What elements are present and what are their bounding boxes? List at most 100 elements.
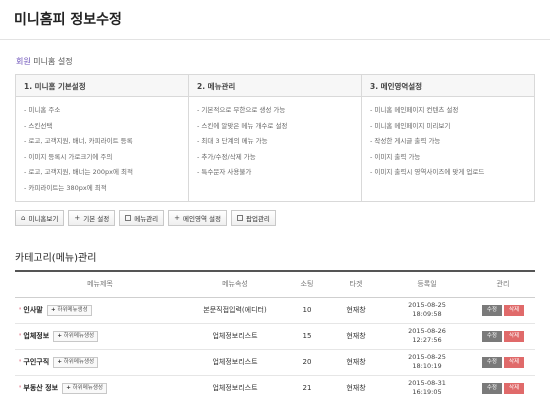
info-item: - 스킨선택 bbox=[24, 121, 53, 130]
basic-settings-label: 기본 설정 bbox=[83, 215, 110, 223]
target-cell: 현재창 bbox=[346, 384, 366, 392]
plus-icon: + bbox=[174, 214, 181, 222]
plus-icon: + bbox=[57, 358, 62, 365]
edit-button[interactable]: 수정 bbox=[481, 304, 502, 316]
breadcrumb: 회원 미니홈 설정 bbox=[16, 56, 73, 67]
edit-button[interactable]: 수정 bbox=[481, 330, 502, 342]
bullet-icon: ' bbox=[19, 384, 22, 392]
info-item: - 최대 3 단계의 메뉴 가능 bbox=[197, 137, 268, 145]
info-list: - 미니홈 주소 - 스킨선택 - 로고, 고객지원, 배너, 카피라이트 등록… bbox=[16, 97, 188, 196]
info-item: - 미니홈 메인페이지 미리보기 bbox=[370, 121, 451, 130]
table-header-row: 메뉴제목 메뉴속성 소팅 타겟 등록일 관리 bbox=[15, 271, 535, 297]
breadcrumb-member[interactable]: 회원 bbox=[16, 57, 31, 66]
add-submenu-button[interactable]: + 하위메뉴생성 bbox=[62, 382, 107, 394]
settings-info-box: 1. 미니홈 기본설정 - 미니홈 주소 - 스킨선택 - 로고, 고객지원, … bbox=[15, 74, 535, 202]
delete-button[interactable]: 삭제 bbox=[504, 356, 525, 368]
info-item: - 추가/수정/삭제 가능 bbox=[197, 152, 256, 161]
popup-manage-label: 팝업관리 bbox=[245, 215, 270, 223]
time-value: 16:19:05 bbox=[412, 388, 442, 396]
square-icon bbox=[236, 215, 243, 221]
table-row: ' 구인구직 + 하위메뉴생성 업체정보리스트 20 현재창 2015-08-2… bbox=[15, 349, 535, 375]
popup-manage-button[interactable]: 팝업관리 bbox=[230, 210, 276, 226]
delete-button[interactable]: 삭제 bbox=[504, 382, 525, 394]
time-value: 18:09:58 bbox=[412, 310, 442, 318]
home-icon: ⌂ bbox=[21, 214, 26, 222]
info-column-basic: 1. 미니홈 기본설정 - 미니홈 주소 - 스킨선택 - 로고, 고객지원, … bbox=[16, 75, 189, 201]
plus-icon: + bbox=[66, 384, 71, 391]
menu-name[interactable]: 부동산 정보 bbox=[23, 384, 58, 392]
info-item: - 로고, 고객지원, 배너, 카피라이트 등록 bbox=[24, 137, 133, 145]
menu-title-cell: ' 구인구직 + 하위메뉴생성 bbox=[15, 349, 185, 375]
delete-button[interactable]: 삭제 bbox=[504, 304, 525, 316]
info-item: - 기본적으로 무한으로 생성 가능 bbox=[197, 106, 286, 114]
main-area-settings-button[interactable]: + 메인영역 설정 bbox=[168, 210, 227, 226]
menu-attr-cell: 업체정보리스트 bbox=[212, 358, 258, 366]
info-item: - 로고, 고객지원, 배너는 200px에 최적 bbox=[24, 168, 133, 176]
page-title: 미니홈피 정보수정 bbox=[14, 12, 122, 28]
bullet-icon: ' bbox=[19, 358, 22, 366]
info-item: - 미니홈 주소 bbox=[24, 106, 61, 114]
sort-cell: 20 bbox=[302, 358, 312, 366]
info-item: - 카피라이트는 380px에 최적 bbox=[24, 183, 107, 192]
plus-icon: + bbox=[74, 214, 81, 222]
column-header: 소팅 bbox=[300, 280, 314, 289]
date-cell: 2015-08-25 18:09:58 bbox=[383, 297, 471, 323]
info-column-title: 3. 메인영역설정 bbox=[362, 75, 534, 97]
menu-manage-label: 메뉴관리 bbox=[134, 215, 159, 223]
info-item: - 미니홈 메인페이지 컨텐츠 설정 bbox=[370, 106, 459, 114]
menu-manage-button[interactable]: 메뉴관리 bbox=[119, 210, 165, 226]
bullet-icon: ' bbox=[19, 306, 22, 314]
page-header: 미니홈피 정보수정 bbox=[0, 0, 550, 40]
breadcrumb-current: 미니홈 설정 bbox=[30, 57, 73, 66]
main-area-settings-label: 메인영역 설정 bbox=[183, 215, 221, 223]
menu-name[interactable]: 구인구직 bbox=[23, 358, 49, 366]
add-submenu-label: 하위메뉴생성 bbox=[63, 332, 95, 339]
add-submenu-label: 하위메뉴생성 bbox=[57, 306, 88, 313]
date-cell: 2015-08-31 16:19:05 bbox=[383, 375, 471, 400]
edit-button[interactable]: 수정 bbox=[481, 356, 502, 368]
add-submenu-button[interactable]: + 하위메뉴생성 bbox=[53, 356, 99, 368]
time-value: 12:27:56 bbox=[412, 336, 442, 344]
column-header: 타겟 bbox=[349, 280, 363, 289]
manage-cell: 수정 삭제 bbox=[471, 323, 535, 349]
menu-title-cell: ' 업체정보 + 하위메뉴생성 bbox=[15, 323, 185, 349]
date-value: 2015-08-25 bbox=[408, 353, 446, 361]
category-table: 메뉴제목 메뉴속성 소팅 타겟 등록일 관리 ' 인사말 + 하위메뉴생성 본문… bbox=[15, 270, 535, 400]
square-icon bbox=[125, 215, 132, 221]
info-item: - 이미지 출력시 영역사이즈에 맞게 업로드 bbox=[370, 168, 485, 176]
menu-attr-cell: 본문직접입력(에디터) bbox=[203, 306, 267, 314]
date-value: 2015-08-26 bbox=[408, 327, 446, 335]
info-item: - 이미지 출력 가능 bbox=[370, 152, 421, 161]
plus-icon: + bbox=[57, 332, 62, 339]
edit-button[interactable]: 수정 bbox=[481, 382, 502, 394]
info-column-title: 1. 미니홈 기본설정 bbox=[16, 75, 188, 97]
manage-cell: 수정 삭제 bbox=[471, 297, 535, 323]
date-cell: 2015-08-26 12:27:56 bbox=[383, 323, 471, 349]
info-column-title: 2. 메뉴관리 bbox=[189, 75, 361, 97]
date-value: 2015-08-25 bbox=[408, 301, 446, 309]
target-cell: 현재창 bbox=[346, 358, 366, 366]
menu-attr-cell: 업체정보리스트 bbox=[212, 332, 258, 340]
menu-title-cell: ' 부동산 정보 + 하위메뉴생성 bbox=[15, 375, 185, 400]
sort-cell: 21 bbox=[302, 384, 312, 392]
target-cell: 현재창 bbox=[346, 306, 366, 314]
info-list: - 미니홈 메인페이지 컨텐츠 설정 - 미니홈 메인페이지 미리보기 - 작성… bbox=[362, 97, 534, 181]
home-preview-button[interactable]: ⌂ 미니홈보기 bbox=[15, 210, 65, 226]
manage-cell: 수정 삭제 bbox=[471, 349, 535, 375]
menu-name[interactable]: 업체정보 bbox=[23, 332, 49, 340]
menu-name[interactable]: 인사말 bbox=[23, 306, 42, 314]
plus-icon: + bbox=[50, 306, 56, 313]
home-preview-label: 미니홈보기 bbox=[28, 215, 59, 223]
add-submenu-button[interactable]: + 하위메뉴생성 bbox=[46, 304, 92, 316]
target-cell: 현재창 bbox=[346, 332, 366, 340]
delete-button[interactable]: 삭제 bbox=[504, 330, 525, 342]
column-header: 관리 bbox=[496, 280, 510, 289]
sort-cell: 15 bbox=[302, 332, 312, 340]
date-cell: 2015-08-25 18:10:19 bbox=[383, 349, 471, 375]
column-header: 메뉴제목 bbox=[87, 280, 113, 289]
basic-settings-button[interactable]: + 기본 설정 bbox=[68, 210, 116, 226]
table-row: ' 업체정보 + 하위메뉴생성 업체정보리스트 15 현재창 2015-08-2… bbox=[15, 323, 535, 349]
sort-cell: 10 bbox=[302, 306, 312, 314]
add-submenu-button[interactable]: + 하위메뉴생성 bbox=[53, 330, 99, 342]
info-column-main: 3. 메인영역설정 - 미니홈 메인페이지 컨텐츠 설정 - 미니홈 메인페이지… bbox=[362, 75, 534, 201]
